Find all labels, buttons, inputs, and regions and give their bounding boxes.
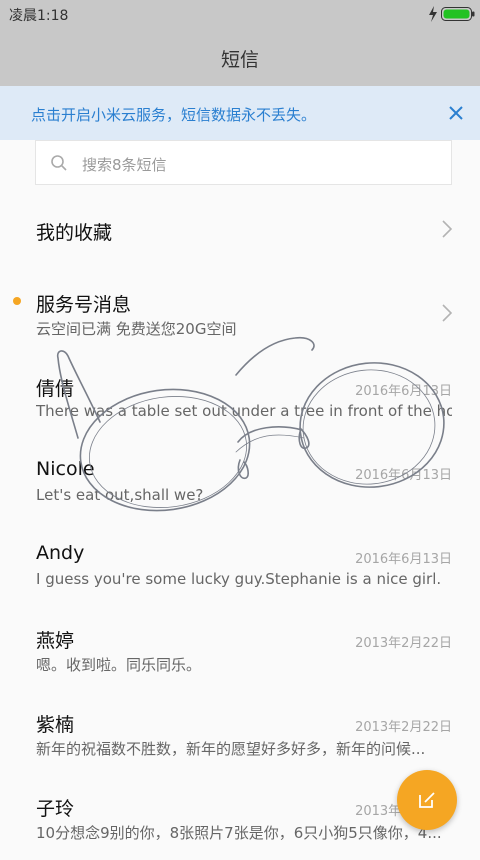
conversation-date: 2016年6月13日: [355, 468, 452, 483]
compose-icon: [419, 792, 435, 808]
conversation-name: 倩倩: [36, 378, 75, 400]
conversation-row[interactable]: 燕婷 2013年2月22日 嗯。收到啦。同乐同乐。: [0, 608, 480, 692]
close-icon[interactable]: [446, 103, 466, 123]
conversation-date: 2016年6月13日: [355, 552, 452, 567]
battery-icon: [441, 7, 475, 21]
compose-button[interactable]: [397, 770, 457, 830]
search-input[interactable]: 搜索8条短信: [35, 140, 452, 185]
conversation-preview: There was a table set out under a tree i…: [36, 402, 452, 420]
cloud-banner[interactable]: 点击开启小米云服务，短信数据永不丢失。: [0, 86, 480, 140]
conversation-preview: 云空间已满 免费送您20G空间: [36, 320, 237, 338]
conversation-name: Nicole: [36, 458, 95, 480]
status-bar: 凌晨1:18: [0, 0, 480, 28]
conversation-row[interactable]: Andy 2016年6月13日 I guess you're some luck…: [0, 524, 480, 608]
conversation-preview: 嗯。收到啦。同乐同乐。: [36, 656, 202, 674]
conversation-name: 紫楠: [36, 714, 75, 736]
chevron-right-icon: [442, 220, 453, 238]
conversation-name: Andy: [36, 542, 85, 564]
search-icon: [51, 155, 67, 171]
chevron-right-icon: [442, 304, 453, 322]
favorites-label: 我的收藏: [36, 222, 113, 244]
conversation-row[interactable]: 紫楠 2013年2月22日 新年的祝福数不胜数，新年的愿望好多好多，新年的问候.…: [0, 692, 480, 776]
conversation-preview: Let's eat out,shall we?: [36, 486, 204, 504]
favorites-row[interactable]: 我的收藏: [0, 188, 480, 272]
conversation-name: 服务号消息: [36, 294, 132, 316]
status-time: 凌晨1:18: [9, 8, 69, 24]
search-placeholder: 搜索8条短信: [82, 156, 167, 174]
page-title: 短信: [220, 49, 259, 71]
conversation-date: 2013年2月22日: [355, 720, 452, 735]
conversation-row[interactable]: Nicole 2016年6月13日 Let's eat out,shall we…: [0, 440, 480, 524]
conversation-preview: 10分想念9别的你，8张照片7张是你，6只小狗5只像你，4...: [36, 824, 442, 842]
conversation-row[interactable]: 倩倩 2016年6月13日 There was a table set out …: [0, 356, 480, 440]
conversation-date: 2016年6月13日: [355, 384, 452, 399]
conversation-preview: 新年的祝福数不胜数，新年的愿望好多好多，新年的问候...: [36, 740, 426, 758]
conversation-date: 2013年2月22日: [355, 636, 452, 651]
banner-text[interactable]: 点击开启小米云服务，短信数据永不丢失。: [31, 104, 316, 125]
unread-dot: [13, 297, 21, 305]
title-bar: 短信: [0, 28, 480, 86]
conversation-preview: I guess you're some lucky guy.Stephanie …: [36, 570, 442, 588]
conversation-name: 燕婷: [36, 630, 75, 652]
bolt-icon: [429, 6, 437, 22]
service-messages-row[interactable]: 服务号消息 云空间已满 免费送您20G空间: [0, 272, 480, 356]
conversation-name: 子玲: [36, 798, 75, 820]
